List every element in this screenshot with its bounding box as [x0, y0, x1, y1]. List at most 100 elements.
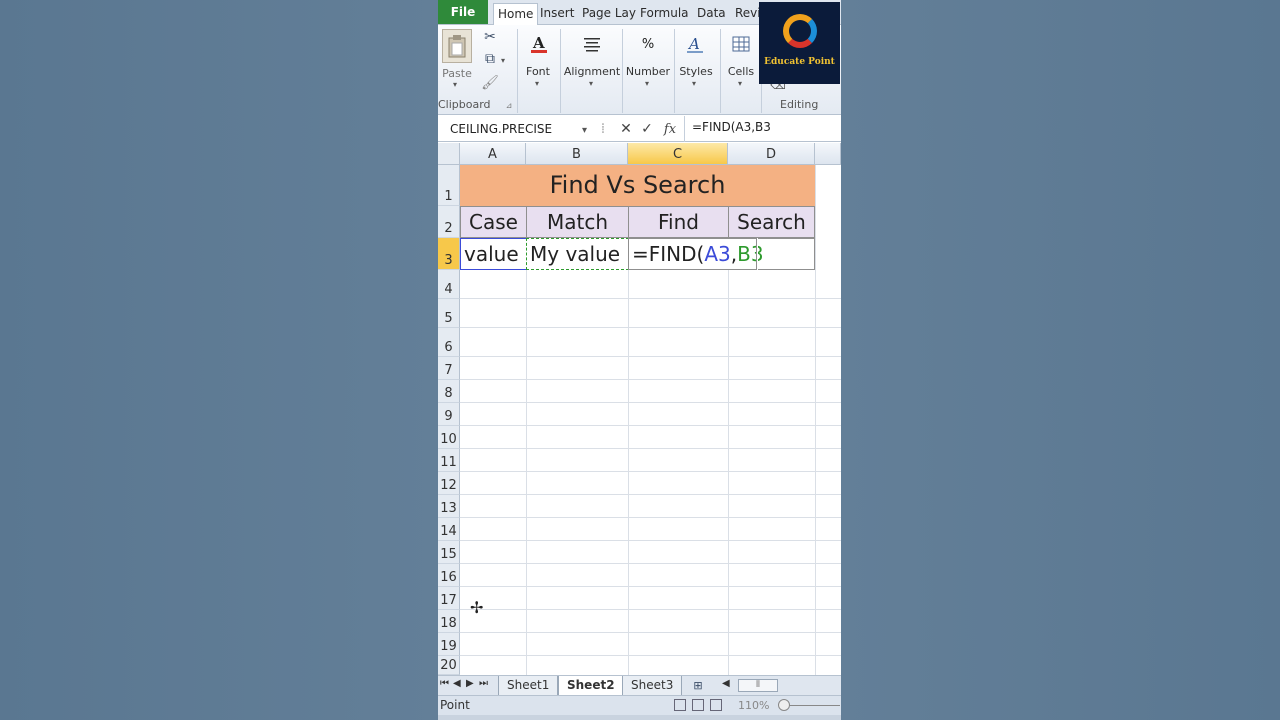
- cells-dropdown-icon[interactable]: ▾: [738, 79, 742, 88]
- header-cell-search[interactable]: Search: [728, 206, 815, 238]
- name-box[interactable]: CEILING.PRECISE: [438, 118, 593, 140]
- styles-label[interactable]: Styles: [676, 65, 716, 78]
- prev-sheet-icon[interactable]: ◀: [453, 678, 461, 689]
- column-header-c[interactable]: C: [628, 143, 728, 165]
- row-header[interactable]: 9: [438, 403, 460, 426]
- number-icon[interactable]: %: [633, 29, 663, 59]
- title-cell[interactable]: Find Vs Search: [460, 165, 815, 206]
- row-header[interactable]: 19: [438, 633, 460, 656]
- gridline: [460, 609, 841, 610]
- font-dropdown-icon[interactable]: ▾: [535, 79, 539, 88]
- format-painter-icon[interactable]: 🖌: [481, 75, 499, 91]
- row-header[interactable]: 10: [438, 426, 460, 449]
- tab-data[interactable]: Data: [693, 3, 730, 25]
- zoom-out-icon[interactable]: [778, 699, 790, 711]
- alignment-icon[interactable]: [577, 29, 607, 59]
- select-all-corner[interactable]: [438, 143, 460, 165]
- row-header[interactable]: 12: [438, 472, 460, 495]
- tab-page-layout[interactable]: Page Lay: [578, 3, 640, 25]
- paste-label: Paste: [442, 67, 472, 80]
- sheet-tab-1[interactable]: Sheet1: [498, 676, 559, 695]
- gridline: [460, 563, 841, 564]
- tab-home[interactable]: Home: [493, 3, 539, 25]
- enter-icon[interactable]: ✓: [639, 120, 655, 138]
- number-label[interactable]: Number: [624, 65, 672, 78]
- tab-insert[interactable]: Insert: [536, 3, 578, 25]
- sheet-tab-2[interactable]: Sheet2: [558, 676, 624, 695]
- row-header[interactable]: 14: [438, 518, 460, 541]
- row-header[interactable]: 20: [438, 656, 460, 675]
- formula-divider: [684, 116, 685, 142]
- row-header[interactable]: 5: [438, 299, 460, 328]
- column-header-b[interactable]: B: [526, 143, 628, 165]
- cell-c3-editing[interactable]: =FIND(A3,B3: [628, 238, 764, 270]
- insert-sheet-icon[interactable]: ⊞: [690, 678, 706, 693]
- formula-ref-a3: A3: [704, 242, 731, 266]
- gridline: [460, 655, 841, 656]
- separator: [674, 29, 675, 113]
- clipboard-launcher-icon[interactable]: ⊿: [504, 100, 514, 110]
- row-header[interactable]: 2: [438, 206, 460, 238]
- background-left: [0, 0, 438, 720]
- next-sheet-icon[interactable]: ▶: [466, 678, 474, 689]
- logo-text: Educate Point: [764, 57, 835, 67]
- column-header-d[interactable]: D: [728, 143, 815, 165]
- formula-input[interactable]: =FIND(A3,B3: [692, 120, 771, 134]
- header-cell-case[interactable]: Case: [460, 206, 527, 238]
- row-header[interactable]: 1: [438, 165, 460, 206]
- page-layout-view-icon[interactable]: [692, 699, 704, 711]
- cell-b3[interactable]: My value: [526, 238, 629, 270]
- cells-icon[interactable]: [726, 29, 756, 59]
- paste-icon[interactable]: [442, 29, 472, 63]
- zoom-level[interactable]: 110%: [738, 699, 769, 712]
- row-header[interactable]: 17: [438, 587, 460, 610]
- header-cell-match[interactable]: Match: [526, 206, 629, 238]
- copy-dropdown-icon[interactable]: ▾: [501, 56, 505, 65]
- first-sheet-icon[interactable]: ⏮: [440, 678, 449, 689]
- paste-dropdown-icon[interactable]: ▾: [453, 80, 457, 89]
- column-header-a[interactable]: A: [460, 143, 526, 165]
- cancel-icon[interactable]: ✕: [618, 120, 634, 138]
- styles-icon[interactable]: A: [680, 29, 710, 59]
- status-mode: Point: [440, 698, 470, 712]
- last-sheet-icon[interactable]: ⏭: [479, 678, 488, 689]
- styles-dropdown-icon[interactable]: ▾: [692, 79, 696, 88]
- font-label[interactable]: Font: [518, 65, 558, 78]
- cells-label[interactable]: Cells: [722, 65, 760, 78]
- row-header[interactable]: 4: [438, 270, 460, 299]
- copy-icon[interactable]: ⧉: [482, 51, 498, 67]
- row-header[interactable]: 13: [438, 495, 460, 518]
- alignment-dropdown-icon[interactable]: ▾: [589, 79, 593, 88]
- row-header[interactable]: 18: [438, 610, 460, 633]
- gridline: [460, 298, 841, 299]
- tab-formulas[interactable]: Formula:: [636, 3, 688, 25]
- header-cell-find[interactable]: Find: [628, 206, 729, 238]
- row-header[interactable]: 8: [438, 380, 460, 403]
- row-header[interactable]: 11: [438, 449, 460, 472]
- insert-function-icon[interactable]: fx: [661, 120, 679, 138]
- column-header-e[interactable]: [815, 143, 841, 165]
- normal-view-icon[interactable]: [674, 699, 686, 711]
- gridline: [460, 632, 841, 633]
- cell-a3[interactable]: value: [460, 238, 527, 270]
- font-icon[interactable]: A: [524, 29, 554, 59]
- sheet-tab-3[interactable]: Sheet3: [622, 676, 683, 695]
- cut-icon[interactable]: ✂: [482, 29, 498, 45]
- tab-file[interactable]: File: [438, 0, 488, 24]
- name-box-dropdown-icon[interactable]: ▾: [582, 125, 587, 136]
- row-header[interactable]: 16: [438, 564, 460, 587]
- row-header[interactable]: 15: [438, 541, 460, 564]
- gridline: [815, 165, 816, 675]
- excel-window: File Home Insert Page Lay Formula: Data …: [438, 0, 841, 720]
- row-header[interactable]: 6: [438, 328, 460, 357]
- formula-bar-handle-icon[interactable]: ⁞: [596, 120, 610, 138]
- page-break-view-icon[interactable]: [710, 699, 722, 711]
- number-dropdown-icon[interactable]: ▾: [645, 79, 649, 88]
- hscroll-thumb[interactable]: ⦀: [738, 679, 778, 692]
- gridline: [460, 402, 841, 403]
- alignment-label[interactable]: Alignment: [562, 65, 622, 78]
- row-header[interactable]: 7: [438, 357, 460, 380]
- row-header[interactable]: 3: [438, 238, 460, 270]
- hscroll-left-icon[interactable]: ◀: [722, 678, 730, 689]
- logo-mark-icon: [783, 14, 817, 48]
